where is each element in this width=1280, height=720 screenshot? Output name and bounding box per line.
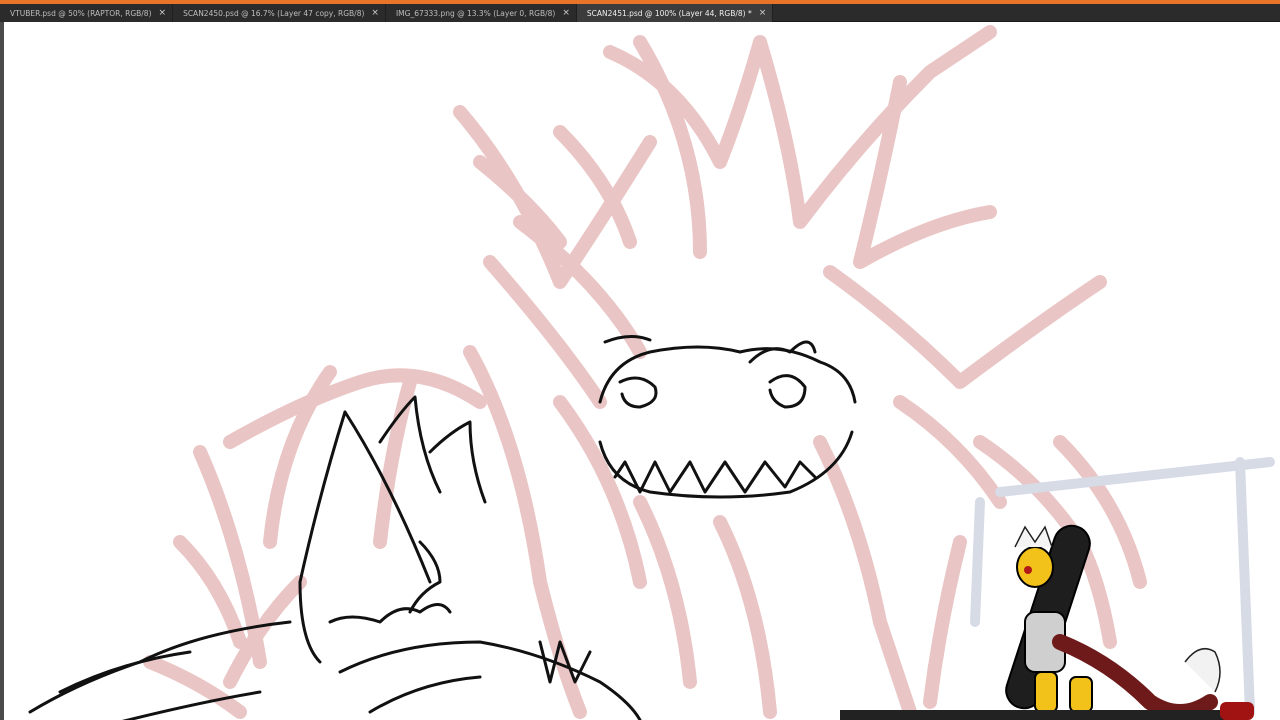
document-tab-img67333[interactable]: IMG_67333.png @ 13.3% (Layer 0, RGB/8) × [385,4,577,22]
close-icon[interactable]: × [759,8,767,18]
document-tab-scan2450[interactable]: SCAN2450.psd @ 16.7% (Layer 47 copy, RGB… [173,4,386,22]
artwork [28,25,1275,720]
document-tab-vtuber[interactable]: VTUBER.psd @ 50% (RAPTOR, RGB/8) × [0,4,174,22]
tab-label: SCAN2451.psd @ 100% (Layer 44, RGB/8) * [586,8,752,18]
document-tab-bar: VTUBER.psd @ 50% (RAPTOR, RGB/8) × SCAN2… [0,4,1280,22]
close-icon[interactable]: × [371,8,379,18]
document-canvas[interactable] [0,22,1280,720]
document-tab-scan2451[interactable]: SCAN2451.psd @ 100% (Layer 44, RGB/8) * … [576,4,774,22]
close-icon[interactable]: × [159,8,167,18]
tab-label: SCAN2450.psd @ 16.7% (Layer 47 copy, RGB… [183,8,365,18]
tab-label: IMG_67333.png @ 13.3% (Layer 0, RGB/8) [395,8,556,18]
photoshop-window: VTUBER.psd @ 50% (RAPTOR, RGB/8) × SCAN2… [0,0,1280,720]
tab-label: VTUBER.psd @ 50% (RAPTOR, RGB/8) [10,8,152,18]
sketch-layer [143,25,1147,719]
close-icon[interactable]: × [562,8,570,18]
canvas-border [0,22,4,720]
